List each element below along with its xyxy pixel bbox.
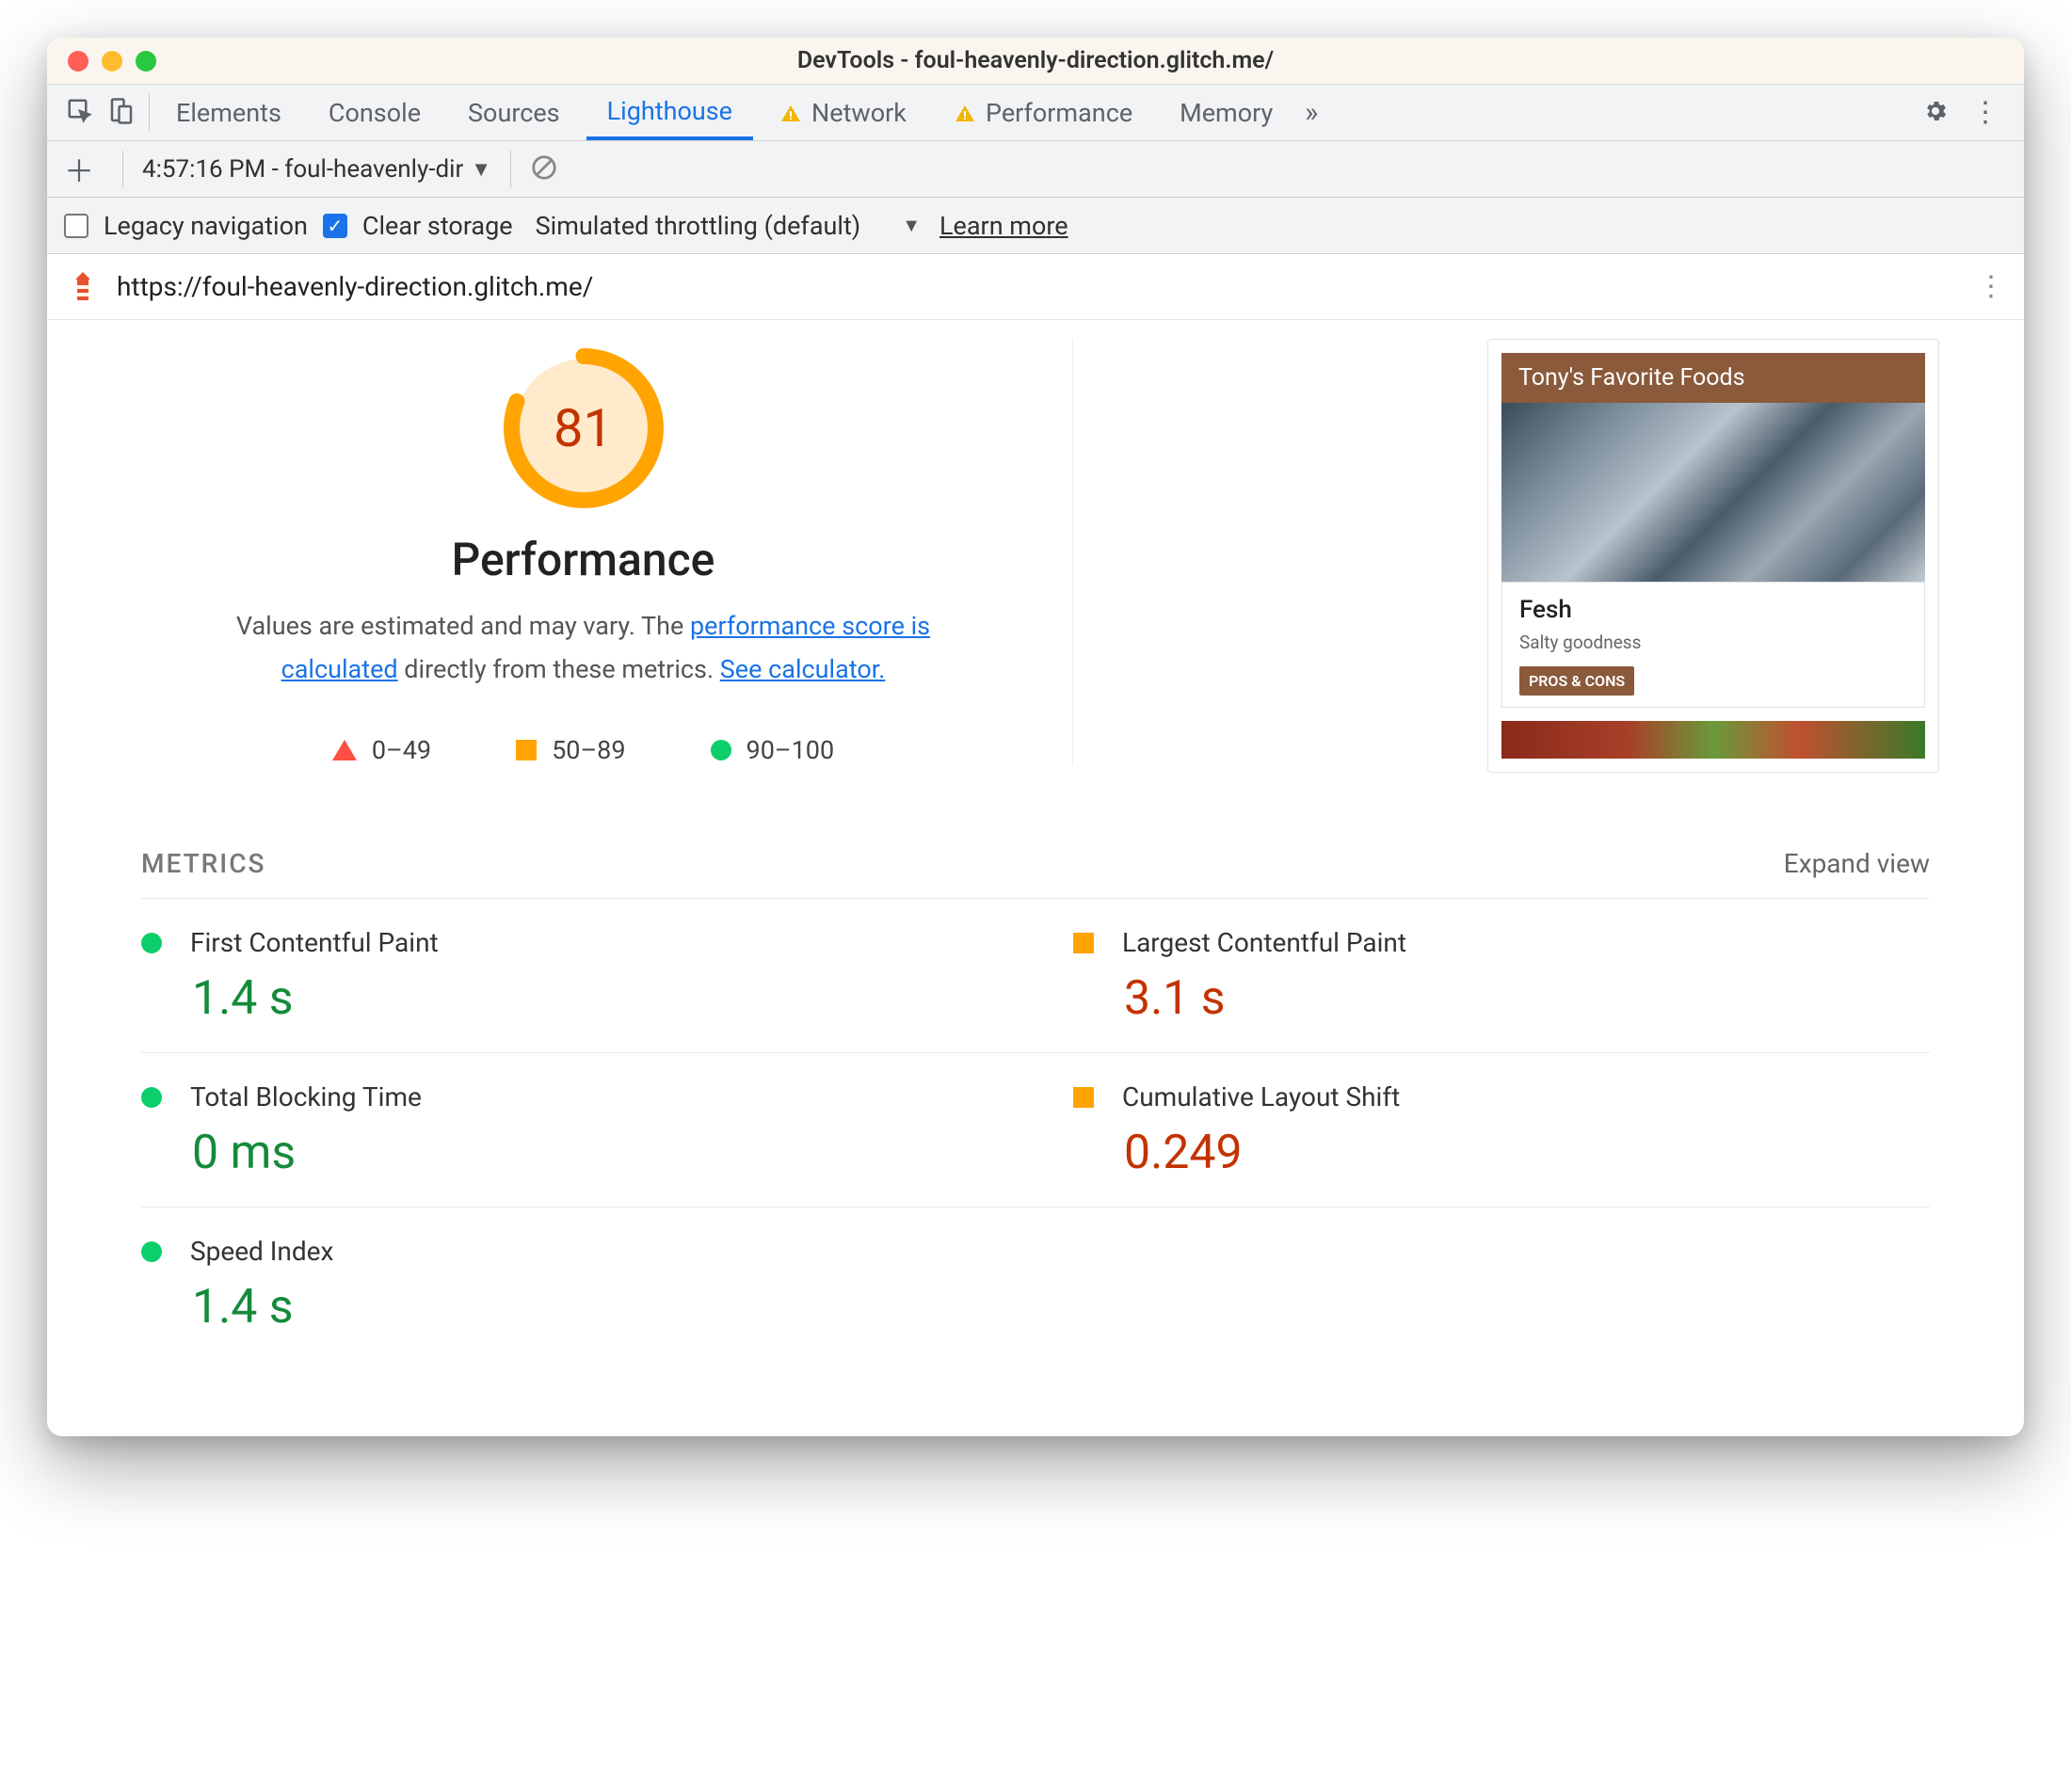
warning-icon [954, 102, 976, 124]
score-description: Values are estimated and may vary. The p… [198, 605, 970, 692]
metric-value: 1.4 s [141, 1280, 979, 1335]
clear-storage-label: Clear storage [362, 211, 513, 241]
metric-value: 0 ms [141, 1126, 979, 1180]
minimize-window-button[interactable] [102, 51, 122, 72]
legacy-navigation-checkbox[interactable] [64, 214, 88, 238]
report-url: https://foul-heavenly-direction.glitch.m… [117, 271, 593, 302]
expand-view-button[interactable]: Expand view [1784, 848, 1930, 879]
score-legend: 0–49 50–89 90–100 [332, 735, 834, 765]
chevron-down-icon: ▼ [469, 157, 491, 182]
preview-card-title: Fesh [1519, 596, 1907, 624]
metric-value: 3.1 s [1073, 971, 1930, 1026]
close-window-button[interactable] [68, 51, 88, 72]
devtools-tabbar: Elements Console Sources Lighthouse Netw… [47, 85, 2024, 141]
performance-gauge: 81 [504, 348, 664, 508]
preview-image [1501, 403, 1925, 582]
metric-name: First Contentful Paint [190, 927, 439, 958]
warning-icon [779, 102, 802, 124]
metric-cls[interactable]: Cumulative Layout Shift 0.249 [1036, 1052, 1930, 1207]
metric-empty [1036, 1207, 1930, 1361]
window-title: DevTools - foul-heavenly-direction.glitc… [47, 47, 2024, 74]
triangle-icon [332, 740, 357, 760]
see-calculator-link[interactable]: See calculator. [720, 654, 886, 684]
metric-name: Total Blocking Time [190, 1081, 422, 1112]
tab-network[interactable]: Network [759, 85, 927, 140]
tab-elements[interactable]: Elements [155, 85, 302, 140]
traffic-lights [68, 51, 156, 72]
preview-badge: PROS & CONS [1519, 666, 1634, 696]
legend-average: 50–89 [516, 735, 625, 765]
metric-si[interactable]: Speed Index 1.4 s [141, 1207, 1036, 1361]
tab-sources[interactable]: Sources [447, 85, 581, 140]
score-title: Performance [452, 533, 715, 586]
titlebar: DevTools - foul-heavenly-direction.glitc… [47, 38, 2024, 85]
settings-icon[interactable] [1922, 98, 1949, 128]
chevron-down-icon[interactable]: ▼ [898, 214, 924, 237]
metrics-title: METRICS [141, 848, 265, 879]
metrics-header: METRICS Expand view [94, 810, 1977, 898]
tab-performance[interactable]: Performance [933, 85, 1153, 140]
square-icon [516, 740, 537, 760]
metrics-grid: First Contentful Paint 1.4 s Largest Con… [94, 898, 1977, 1361]
tab-lighthouse[interactable]: Lighthouse [586, 85, 753, 140]
lighthouse-report: 81 Performance Values are estimated and … [47, 320, 2024, 1436]
square-icon [1073, 1087, 1094, 1108]
lighthouse-options: Legacy navigation ✓ Clear storage Simula… [47, 198, 2024, 254]
maximize-window-button[interactable] [136, 51, 156, 72]
preview-card-subtitle: Salty goodness [1519, 632, 1907, 653]
circle-icon [141, 1087, 162, 1108]
report-toolbar: ＋ 4:57:16 PM - foul-heavenly-dir ▼ [47, 141, 2024, 198]
preview-header: Tony's Favorite Foods [1501, 353, 1925, 403]
clear-storage-checkbox[interactable]: ✓ [323, 214, 347, 238]
devtools-window: DevTools - foul-heavenly-direction.glitc… [47, 38, 2024, 1436]
divider [510, 151, 511, 188]
metric-lcp[interactable]: Largest Contentful Paint 3.1 s [1036, 898, 1930, 1052]
circle-icon [711, 740, 731, 760]
report-select[interactable]: 4:57:16 PM - foul-heavenly-dir ▼ [142, 155, 491, 184]
new-report-button[interactable]: ＋ [64, 148, 104, 191]
more-tabs-button[interactable]: » [1305, 96, 1318, 129]
lighthouse-icon [66, 270, 100, 304]
metric-name: Speed Index [190, 1236, 333, 1267]
metric-value: 0.249 [1073, 1126, 1930, 1180]
circle-icon [141, 1241, 162, 1262]
legend-fail: 0–49 [332, 735, 431, 765]
report-header: 81 Performance Values are estimated and … [94, 339, 1977, 810]
divider [122, 151, 123, 188]
device-toolbar-icon[interactable] [107, 97, 136, 129]
legend-good: 90–100 [711, 735, 835, 765]
metric-name: Largest Contentful Paint [1122, 927, 1406, 958]
clear-button[interactable] [530, 153, 558, 185]
page-screenshot-preview: Tony's Favorite Foods Fesh Salty goodnes… [1487, 339, 1939, 773]
tab-memory[interactable]: Memory [1159, 85, 1293, 140]
preview-image-2 [1501, 721, 1925, 759]
inspect-element-icon[interactable] [66, 97, 94, 129]
performance-score: 81 [504, 348, 664, 508]
metric-fcp[interactable]: First Contentful Paint 1.4 s [141, 898, 1036, 1052]
metric-tbt[interactable]: Total Blocking Time 0 ms [141, 1052, 1036, 1207]
inspect-tools [58, 94, 150, 132]
kebab-menu-icon[interactable]: ⋮ [1971, 96, 1999, 129]
circle-icon [141, 933, 162, 953]
metric-name: Cumulative Layout Shift [1122, 1081, 1400, 1112]
report-menu-icon[interactable]: ⋮ [1977, 270, 2005, 303]
report-select-label: 4:57:16 PM - foul-heavenly-dir [142, 155, 463, 184]
throttling-label: Simulated throttling (default) [536, 211, 861, 241]
metric-value: 1.4 s [141, 971, 979, 1026]
square-icon [1073, 933, 1094, 953]
legacy-navigation-label: Legacy navigation [104, 211, 308, 241]
preview-card: Fesh Salty goodness PROS & CONS [1501, 582, 1925, 708]
score-column: 81 Performance Values are estimated and … [132, 339, 1073, 765]
tab-console[interactable]: Console [308, 85, 441, 140]
report-url-bar: https://foul-heavenly-direction.glitch.m… [47, 254, 2024, 320]
learn-more-link[interactable]: Learn more [939, 211, 1068, 241]
